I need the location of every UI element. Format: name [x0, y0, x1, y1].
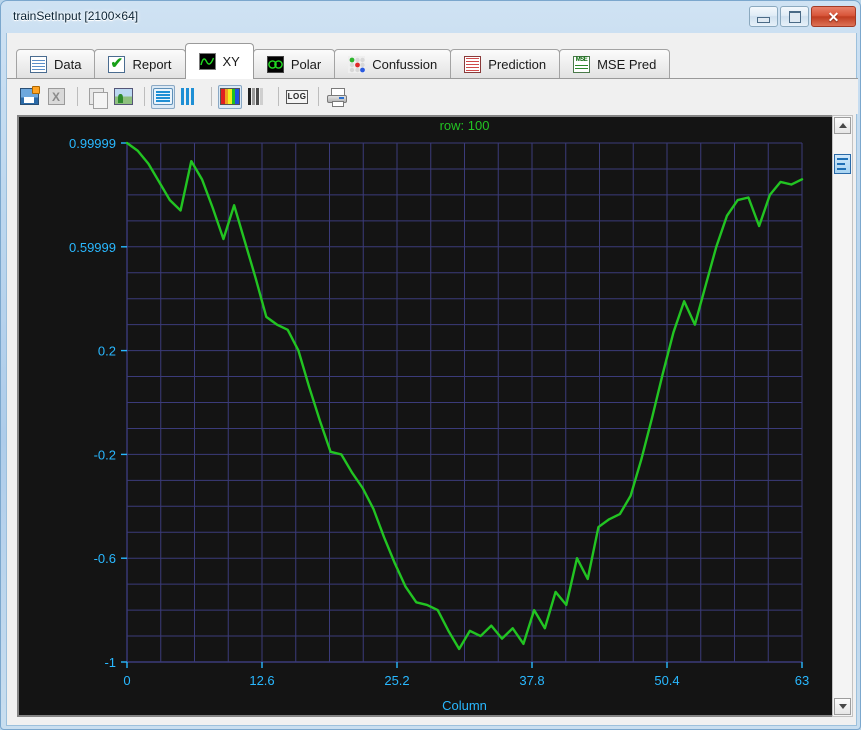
- svg-text:-0.6: -0.6: [94, 551, 116, 566]
- toolbar: X: [7, 79, 858, 114]
- horizontal-lines-icon: [153, 88, 173, 105]
- toolbar-separator: [77, 87, 78, 106]
- svg-text:0.99999: 0.99999: [69, 136, 116, 151]
- lines-view-button[interactable]: [151, 85, 175, 109]
- tab-prediction-label: Prediction: [488, 57, 546, 72]
- tab-polar-label: Polar: [291, 57, 321, 72]
- toolbar-separator: [318, 87, 319, 106]
- svg-text:-0.2: -0.2: [94, 447, 116, 462]
- columns-view-button[interactable]: [178, 85, 202, 109]
- scroll-down-button[interactable]: [834, 698, 851, 715]
- toolbar-separator: [278, 87, 279, 106]
- svg-text:0: 0: [123, 673, 130, 688]
- xy-line-chart[interactable]: row: 100 0.99999 0.59999 0.2 -0.2 -0.6 -1 0 12.6…: [19, 117, 833, 715]
- copy-image-icon: [114, 88, 133, 105]
- tab-data-label: Data: [54, 57, 81, 72]
- log-icon: LOG: [286, 90, 308, 104]
- svg-text:0.59999: 0.59999: [69, 240, 116, 255]
- window-controls: ✕: [749, 6, 856, 27]
- svg-text:37.8: 37.8: [519, 673, 544, 688]
- color-map-button[interactable]: [218, 85, 242, 109]
- svg-text:0.2: 0.2: [98, 344, 116, 359]
- xy-plot-icon: [199, 53, 216, 70]
- tab-report-label: Report: [132, 57, 171, 72]
- vertical-bars-icon: [181, 88, 199, 105]
- scroll-up-button[interactable]: [834, 117, 851, 134]
- close-button[interactable]: ✕: [811, 6, 856, 27]
- table-grid-icon: [30, 56, 47, 73]
- client-area: Data Report XY Polar: [6, 33, 857, 726]
- row-scrollbar[interactable]: [832, 115, 853, 717]
- prediction-grid-icon: [464, 56, 481, 73]
- tab-polar[interactable]: Polar: [253, 49, 335, 78]
- svg-text:-1: -1: [104, 655, 116, 670]
- application-window: trainSetInput [2100×64] ✕ Data Report: [0, 0, 861, 730]
- maximize-button[interactable]: [780, 6, 809, 27]
- chevron-up-icon: [839, 123, 847, 128]
- svg-text:63: 63: [795, 673, 809, 688]
- printer-icon: [327, 88, 347, 106]
- toolbar-separator: [144, 87, 145, 106]
- mse-grid-icon: [573, 56, 590, 73]
- print-button[interactable]: [325, 85, 349, 109]
- copy-image-button[interactable]: [111, 85, 135, 109]
- tab-confussion[interactable]: Confussion: [334, 49, 451, 78]
- tab-report[interactable]: Report: [94, 49, 185, 78]
- tab-strip: Data Report XY Polar: [7, 43, 858, 79]
- tab-mse-pred[interactable]: MSE Pred: [559, 49, 670, 78]
- minimize-icon: [757, 17, 770, 23]
- tab-confussion-label: Confussion: [372, 57, 437, 72]
- tab-data[interactable]: Data: [16, 49, 95, 78]
- svg-text:row: 100: row: 100: [440, 118, 490, 133]
- window-title: trainSetInput [2100×64]: [13, 9, 138, 23]
- tab-xy[interactable]: XY: [185, 43, 254, 79]
- grayscale-bars-icon: [248, 88, 266, 105]
- log-scale-button[interactable]: LOG: [285, 85, 309, 109]
- scrollbar-thumb[interactable]: [834, 154, 851, 174]
- title-bar: trainSetInput [2100×64] ✕: [1, 1, 861, 33]
- tab-mse-pred-label: MSE Pred: [597, 57, 656, 72]
- excel-export-icon: X: [48, 88, 65, 105]
- copy-pages-icon: [89, 88, 104, 105]
- tab-prediction[interactable]: Prediction: [450, 49, 560, 78]
- svg-text:12.6: 12.6: [249, 673, 274, 688]
- close-icon: ✕: [828, 10, 840, 24]
- gray-map-button[interactable]: [245, 85, 269, 109]
- chevron-down-icon: [839, 704, 847, 709]
- polar-plot-icon: [267, 56, 284, 73]
- svg-text:50.4: 50.4: [654, 673, 679, 688]
- copy-button[interactable]: [84, 85, 108, 109]
- tab-xy-label: XY: [223, 54, 240, 69]
- minimize-button[interactable]: [749, 6, 778, 27]
- chart-panel[interactable]: row: 100 0.99999 0.59999 0.2 -0.2 -0.6 -1 0 12.6…: [17, 115, 835, 717]
- maximize-icon: [789, 11, 801, 23]
- svg-text:Column: Column: [442, 698, 487, 713]
- color-palette-icon: [220, 88, 240, 105]
- save-image-button[interactable]: [17, 85, 41, 109]
- save-image-icon: [20, 88, 39, 105]
- checkmark-icon: [108, 56, 125, 73]
- toolbar-separator: [211, 87, 212, 106]
- export-excel-button[interactable]: X: [44, 85, 68, 109]
- confusion-dots-icon: [348, 56, 365, 73]
- svg-text:25.2: 25.2: [384, 673, 409, 688]
